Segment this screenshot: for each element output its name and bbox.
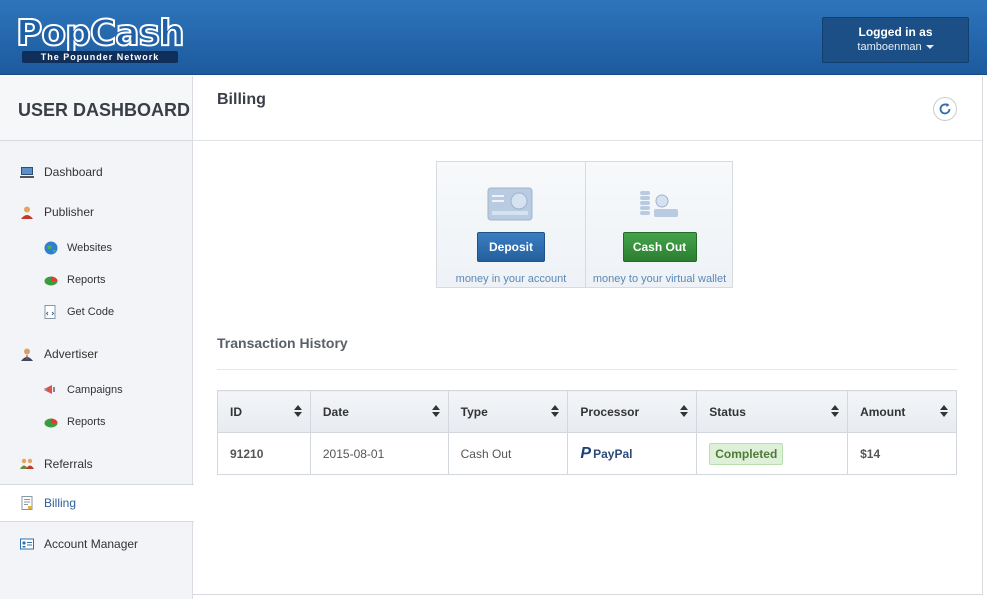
sidebar-item-label: Get Code bbox=[67, 306, 115, 318]
refresh-icon bbox=[939, 103, 951, 115]
credit-card-icon bbox=[487, 187, 533, 221]
login-title: Logged in as bbox=[858, 25, 933, 39]
sidebar-item-referrals[interactable]: Referrals bbox=[0, 445, 193, 483]
table-row: 91210 2015-08-01 Cash Out P PayPal Comple… bbox=[217, 432, 957, 475]
sidebar-item-label: Advertiser bbox=[44, 347, 99, 361]
coins-icon bbox=[639, 191, 678, 217]
caret-down-icon bbox=[925, 45, 934, 50]
column-header-amount[interactable]: Amount bbox=[847, 390, 957, 433]
sidebar: USER DASHBOARD Dashboard Publisher Websi… bbox=[0, 76, 194, 599]
cash-out-button[interactable]: Cash Out bbox=[622, 232, 697, 262]
sidebar-item-label: Reports bbox=[67, 416, 106, 428]
globe-icon bbox=[44, 241, 58, 255]
popcash-logo[interactable]: PopCash The Popunder Network bbox=[15, 13, 186, 63]
status-badge: Completed bbox=[709, 442, 784, 465]
login-username: tamboenman bbox=[823, 41, 968, 53]
sidebar-item-label: Dashboard bbox=[44, 165, 103, 179]
sidebar-item-label: Websites bbox=[67, 242, 113, 254]
section-divider bbox=[217, 369, 957, 370]
logo-tagline: The Popunder Network bbox=[22, 51, 178, 63]
user-icon bbox=[21, 206, 33, 219]
bill-icon bbox=[21, 496, 33, 510]
column-label: Type bbox=[460, 404, 488, 419]
sort-icon[interactable] bbox=[831, 405, 840, 417]
paypal-icon: P bbox=[580, 444, 592, 462]
column-header-status[interactable]: Status bbox=[696, 390, 849, 433]
deposit-caption: money in your account bbox=[455, 273, 567, 285]
sidebar-item-billing[interactable]: Billing bbox=[0, 484, 194, 522]
deposit-button[interactable]: Deposit bbox=[477, 232, 545, 262]
cashout-caption: money to your virtual wallet bbox=[592, 273, 727, 285]
sort-icon[interactable] bbox=[431, 405, 440, 417]
cell-processor: P PayPal bbox=[567, 432, 698, 475]
column-header-processor[interactable]: Processor bbox=[567, 390, 698, 433]
top-header: PopCash The Popunder Network Logged in a… bbox=[0, 0, 987, 75]
transaction-history-title: Transaction History bbox=[217, 335, 348, 351]
code-icon bbox=[44, 305, 56, 319]
page-header: Billing bbox=[193, 76, 982, 141]
sidebar-item-account-manager[interactable]: Account Manager bbox=[0, 525, 193, 563]
pie-chart-icon bbox=[44, 276, 58, 286]
page-title: Billing bbox=[217, 91, 266, 108]
sidebar-item-label: Campaigns bbox=[67, 384, 123, 396]
billing-actions: Deposit money in your account Cash Out m… bbox=[436, 161, 733, 288]
logo-text: PopCash bbox=[15, 13, 186, 54]
sort-icon[interactable] bbox=[551, 405, 560, 417]
column-label: Processor bbox=[580, 404, 640, 419]
sidebar-item-publisher[interactable]: Publisher bbox=[0, 193, 193, 231]
column-label: Date bbox=[322, 404, 349, 419]
column-header-type[interactable]: Type bbox=[447, 390, 569, 433]
sidebar-item-label: Referrals bbox=[44, 457, 93, 471]
megaphone-icon bbox=[44, 385, 55, 394]
column-header-id[interactable]: ID bbox=[217, 390, 311, 433]
cell-date: 2015-08-01 bbox=[309, 432, 449, 475]
cell-id: 91210 bbox=[217, 432, 311, 475]
username-label: tamboenman bbox=[857, 41, 922, 53]
sidebar-item-dashboard[interactable]: Dashboard bbox=[0, 153, 193, 191]
sort-icon[interactable] bbox=[940, 405, 948, 417]
cell-amount: $14 bbox=[847, 432, 957, 475]
transaction-table: ID Date Type Processor Status Amount 912… bbox=[217, 390, 957, 475]
processor-label: PayPal bbox=[593, 446, 633, 461]
column-label: ID bbox=[230, 404, 242, 419]
column-label: Status bbox=[709, 404, 746, 419]
sidebar-item-label: Reports bbox=[67, 274, 106, 286]
monitor-icon bbox=[20, 167, 34, 178]
sidebar-item-label: Publisher bbox=[44, 205, 95, 219]
sidebar-title: USER DASHBOARD bbox=[0, 76, 192, 141]
sidebar-item-label: Billing bbox=[44, 496, 77, 510]
paypal-logo: P PayPal bbox=[580, 445, 632, 463]
businessman-icon bbox=[21, 348, 33, 361]
sort-icon[interactable] bbox=[680, 405, 689, 417]
sidebar-item-label: Account Manager bbox=[44, 537, 139, 551]
pie-chart-icon bbox=[44, 418, 58, 428]
table-header-row: ID Date Type Processor Status Amount bbox=[217, 390, 957, 433]
user-menu-button[interactable]: Logged in as tamboenman bbox=[822, 17, 969, 63]
main-content: Billing Deposit money in your account Ca… bbox=[193, 76, 983, 595]
people-icon bbox=[20, 458, 34, 469]
sidebar-item-advertiser[interactable]: Advertiser bbox=[0, 335, 193, 373]
id-card-icon bbox=[20, 538, 34, 550]
cashout-card: Cash Out money to your virtual wallet bbox=[584, 162, 732, 287]
column-header-date[interactable]: Date bbox=[309, 390, 449, 433]
cell-status: Completed bbox=[696, 432, 849, 475]
sidebar-item-get-code[interactable]: Get Code bbox=[0, 293, 193, 331]
sort-icon[interactable] bbox=[293, 405, 302, 417]
refresh-button[interactable] bbox=[933, 97, 957, 121]
cell-type: Cash Out bbox=[447, 432, 569, 475]
sidebar-item-advertiser-reports[interactable]: Reports bbox=[0, 403, 193, 441]
deposit-card: Deposit money in your account bbox=[437, 162, 585, 287]
column-label: Amount bbox=[860, 404, 906, 419]
